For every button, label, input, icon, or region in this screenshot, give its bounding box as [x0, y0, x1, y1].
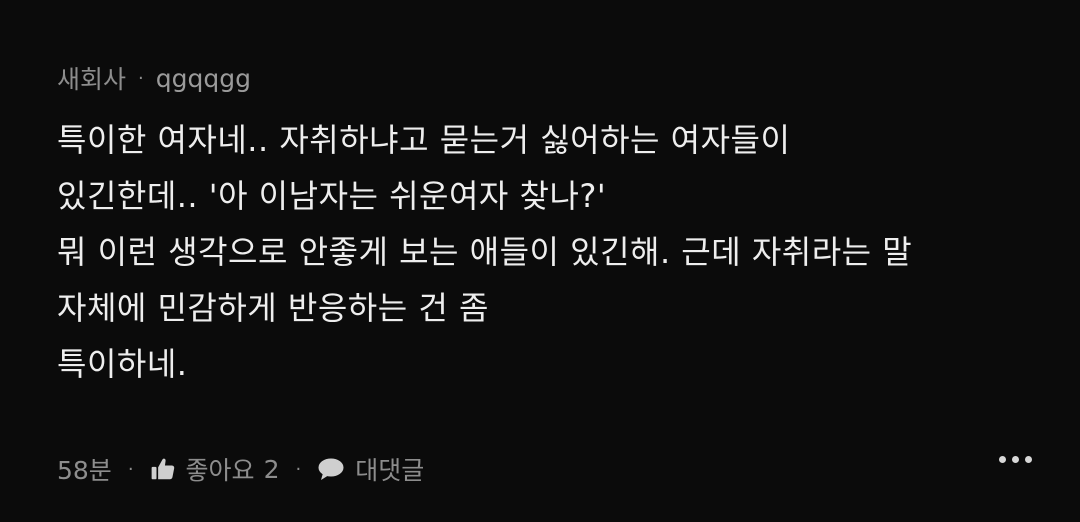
like-button[interactable]: 좋아요 2: [150, 451, 280, 487]
like-label: 좋아요: [185, 456, 255, 485]
dot: [999, 456, 1006, 463]
meta-separator: ·: [138, 67, 144, 89]
author-name[interactable]: 새회사: [57, 60, 126, 96]
action-separator: ·: [127, 458, 134, 480]
dot: [1025, 456, 1032, 463]
action-separator: ·: [295, 458, 302, 480]
like-count: 2: [263, 454, 280, 484]
more-dots-icon[interactable]: [999, 456, 1032, 463]
comment-line: 뭐 이런 생각으로 안좋게 보는 애들이 있긴해. 근데 자취라는 말: [57, 233, 913, 271]
comment-time: 58분: [57, 456, 112, 485]
comment-actions: 58분 · 좋아요 2 · 대댓글: [57, 444, 1032, 494]
username[interactable]: qgqqgg: [156, 64, 251, 93]
comment-line: 자체에 민감하게 반응하는 건 좀: [57, 289, 489, 327]
reply-label: 대댓글: [355, 456, 425, 485]
comment-body: 특이한 여자네.. 자취하냐고 묻는거 싫어하는 여자들이 있긴한데.. '아 …: [57, 112, 1047, 392]
comment-meta: 새회사 · qgqqgg: [57, 56, 1047, 100]
comment-line: 있긴한데.. '아 이남자는 쉬운여자 찾나?': [57, 177, 607, 215]
comment: 새회사 · qgqqgg 특이한 여자네.. 자취하냐고 묻는거 싫어하는 여자…: [57, 56, 1047, 392]
reply-button[interactable]: 대댓글: [317, 451, 424, 487]
speech-bubble-icon: [317, 456, 345, 482]
dot: [1012, 456, 1019, 463]
comment-line: 특이한 여자네.. 자취하냐고 묻는거 싫어하는 여자들이: [57, 121, 791, 159]
comment-line: 특이하네.: [57, 345, 188, 383]
thumbs-up-icon: [150, 456, 176, 482]
